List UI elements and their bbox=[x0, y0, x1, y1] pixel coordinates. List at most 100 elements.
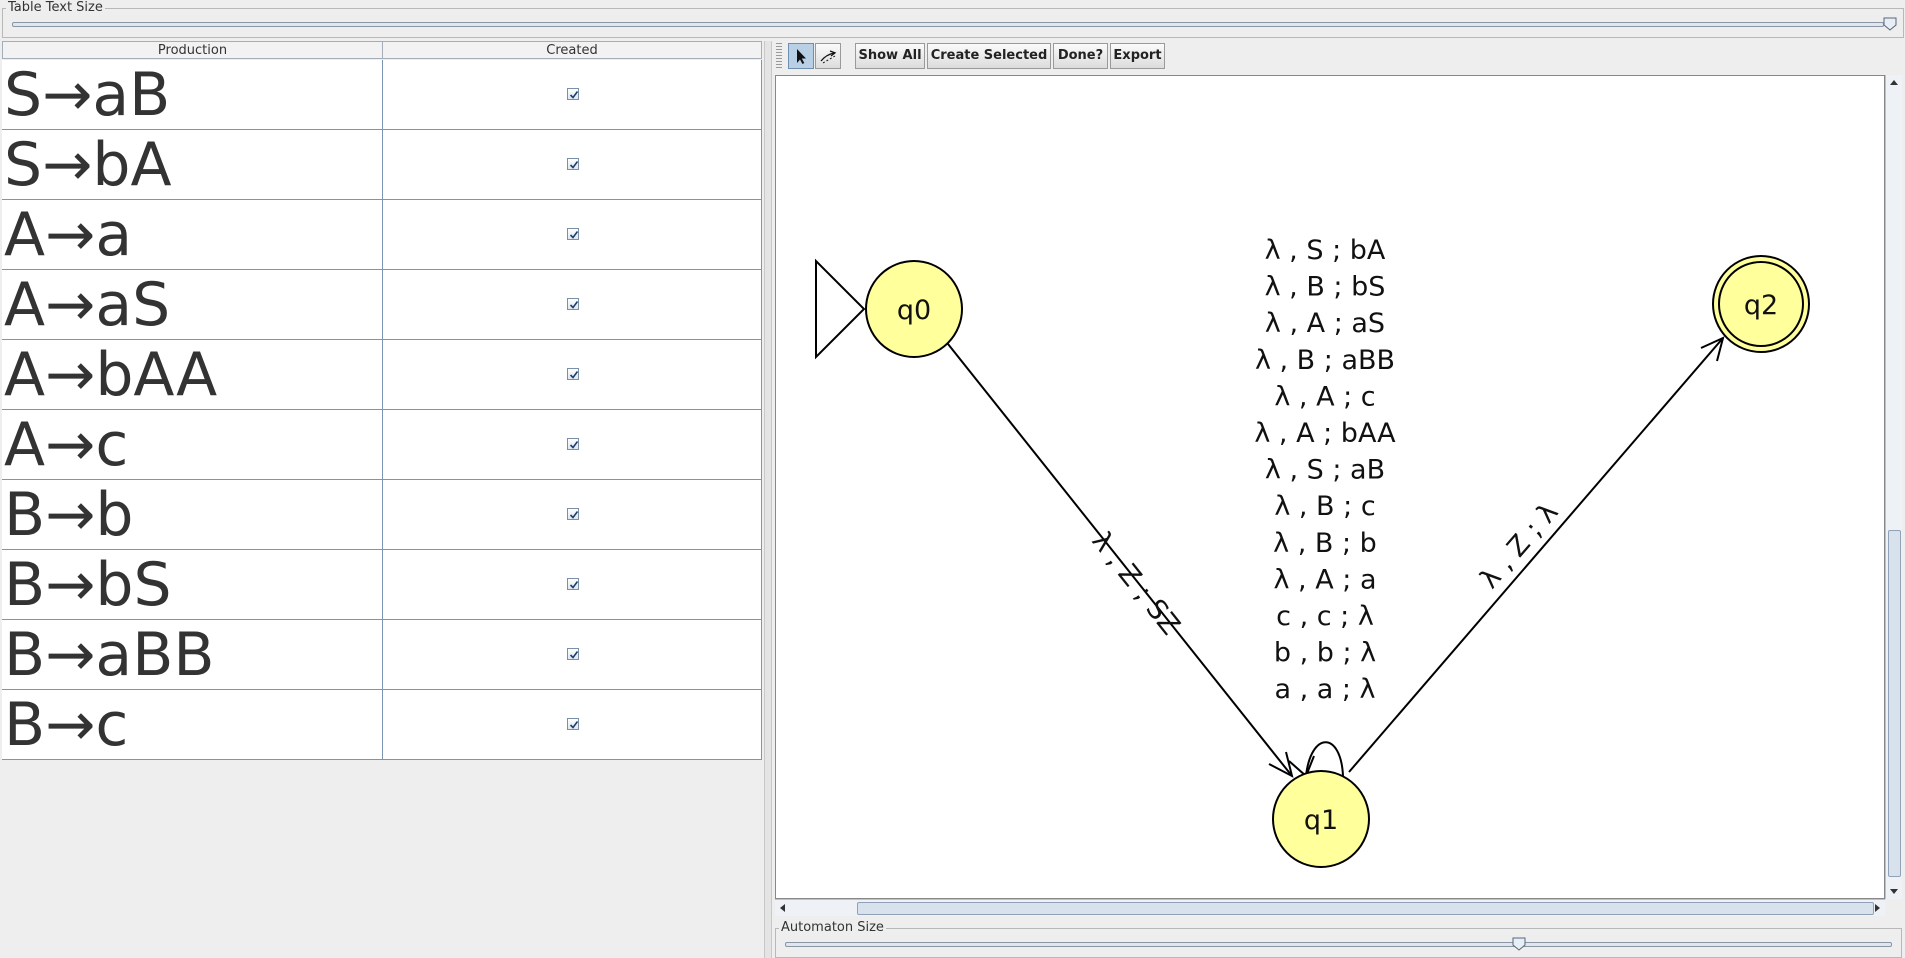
created-cell bbox=[382, 550, 762, 620]
transition-label-q1-loop[interactable]: b , b ; λ bbox=[1274, 638, 1376, 669]
table-row[interactable]: A→a bbox=[2, 200, 762, 270]
create-selected-button[interactable]: Create Selected bbox=[927, 43, 1051, 69]
scroll-down-arrow-icon[interactable] bbox=[1886, 885, 1902, 899]
checkmark-icon bbox=[569, 441, 579, 449]
created-cell bbox=[382, 620, 762, 690]
table-row[interactable]: A→aS bbox=[2, 270, 762, 340]
productions-table: Production Created S→aB S→bA A→a A→aS A→bAA A… bbox=[2, 41, 762, 761]
export-button[interactable]: Export bbox=[1110, 43, 1165, 69]
attribute-editor-tool[interactable] bbox=[788, 43, 814, 69]
production-cell[interactable]: B→aBB bbox=[2, 620, 383, 690]
state-q0[interactable]: q0 bbox=[865, 260, 963, 358]
table-row[interactable]: S→bA bbox=[2, 130, 762, 200]
transition-label-q1-loop[interactable]: λ , S ; bA bbox=[1265, 235, 1386, 266]
production-cell[interactable]: B→bS bbox=[2, 550, 383, 620]
created-checkbox[interactable] bbox=[567, 648, 579, 660]
checkmark-icon bbox=[569, 301, 579, 309]
production-cell[interactable]: B→c bbox=[2, 690, 383, 760]
toolbar-grip bbox=[776, 43, 782, 69]
transition-label-q1-loop[interactable]: c , c ; λ bbox=[1276, 601, 1374, 632]
transition-labels-q1-loop[interactable]: λ , S ; bA λ , B ; bS λ , A ; aS λ , B ; aB… bbox=[1254, 235, 1396, 705]
created-checkbox[interactable] bbox=[567, 718, 579, 730]
created-checkbox[interactable] bbox=[567, 578, 579, 590]
created-cell bbox=[382, 480, 762, 550]
created-checkbox[interactable] bbox=[567, 298, 579, 310]
production-cell[interactable]: S→aB bbox=[2, 60, 383, 130]
table-text-size-slider-thumb[interactable] bbox=[1883, 17, 1897, 31]
created-checkbox[interactable] bbox=[567, 368, 579, 380]
production-text: A→a bbox=[4, 200, 133, 270]
automaton-size-slider-thumb[interactable] bbox=[1512, 937, 1526, 951]
column-header-production[interactable]: Production bbox=[2, 41, 383, 59]
table-row[interactable]: B→aBB bbox=[2, 620, 762, 690]
production-text: B→c bbox=[4, 690, 129, 760]
production-cell[interactable]: A→a bbox=[2, 200, 383, 270]
created-checkbox[interactable] bbox=[567, 88, 579, 100]
transition-label-q1-loop[interactable]: λ , A ; aS bbox=[1265, 308, 1385, 339]
transition-q1-q2[interactable] bbox=[1348, 337, 1724, 773]
table-text-size-slider-track[interactable] bbox=[12, 22, 1884, 27]
state-q2[interactable]: q2 bbox=[1712, 255, 1810, 353]
table-row[interactable]: S→aB bbox=[2, 60, 762, 130]
production-text: B→b bbox=[4, 480, 134, 550]
checkmark-icon bbox=[569, 511, 579, 519]
created-checkbox[interactable] bbox=[567, 158, 579, 170]
table-row[interactable]: A→bAA bbox=[2, 340, 762, 410]
table-row[interactable]: A→c bbox=[2, 410, 762, 480]
production-text: A→c bbox=[4, 410, 129, 480]
vertical-scroll-thumb[interactable] bbox=[1888, 530, 1901, 877]
scroll-up-arrow-icon[interactable] bbox=[1886, 75, 1902, 89]
production-cell[interactable]: A→bAA bbox=[2, 340, 383, 410]
production-cell[interactable]: A→c bbox=[2, 410, 383, 480]
automaton-size-label: Automaton Size bbox=[779, 920, 886, 935]
automaton-size-slider-track[interactable] bbox=[785, 942, 1892, 947]
automaton-canvas[interactable]: λ , Z ; SZ λ , Z ; λ λ , S ; bA λ , B ; b… bbox=[775, 75, 1885, 899]
transition-creator-tool[interactable] bbox=[815, 43, 841, 69]
checkmark-icon bbox=[569, 91, 579, 99]
canvas-vertical-scrollbar[interactable] bbox=[1885, 75, 1902, 899]
table-splitter[interactable] bbox=[764, 41, 772, 958]
horizontal-scroll-thumb[interactable] bbox=[857, 902, 1874, 915]
production-text: S→aB bbox=[4, 60, 171, 130]
table-row[interactable]: B→c bbox=[2, 690, 762, 760]
column-header-created[interactable]: Created bbox=[382, 41, 762, 59]
show-all-button[interactable]: Show All bbox=[855, 43, 925, 69]
transition-label-q1-loop[interactable]: λ , A ; a bbox=[1273, 564, 1376, 595]
done-button[interactable]: Done? bbox=[1053, 43, 1108, 69]
production-text: A→bAA bbox=[4, 340, 218, 410]
production-text: B→aBB bbox=[4, 620, 215, 690]
state-q1[interactable]: q1 bbox=[1272, 770, 1370, 868]
initial-state-arrow bbox=[815, 258, 866, 360]
scroll-left-arrow-icon[interactable] bbox=[775, 900, 789, 916]
canvas-horizontal-scrollbar[interactable] bbox=[775, 899, 1885, 916]
transition-label-q1-loop[interactable]: λ , B ; b bbox=[1273, 528, 1377, 559]
production-cell[interactable]: A→aS bbox=[2, 270, 383, 340]
transition-label-q1-loop[interactable]: λ , B ; c bbox=[1274, 491, 1375, 522]
table-row[interactable]: B→bS bbox=[2, 550, 762, 620]
created-checkbox[interactable] bbox=[567, 508, 579, 520]
state-label-q0: q0 bbox=[897, 295, 931, 326]
checkmark-icon bbox=[569, 371, 579, 379]
created-cell bbox=[382, 340, 762, 410]
table-row[interactable]: B→b bbox=[2, 480, 762, 550]
transition-label-q1-loop[interactable]: a , a ; λ bbox=[1274, 674, 1375, 705]
checkmark-icon bbox=[569, 581, 579, 589]
transition-label-q1-q2[interactable]: λ , Z ; λ bbox=[1474, 497, 1565, 595]
transition-label-q1-loop[interactable]: λ , S ; aB bbox=[1265, 455, 1385, 486]
automaton-diagram: λ , Z ; SZ λ , Z ; λ λ , S ; bA λ , B ; b… bbox=[815, 235, 1810, 868]
transition-label-q1-loop[interactable]: λ , B ; bS bbox=[1265, 272, 1386, 303]
created-cell bbox=[382, 130, 762, 200]
transition-label-q1-loop[interactable]: λ , B ; aBB bbox=[1255, 345, 1395, 376]
production-cell[interactable]: S→bA bbox=[2, 130, 383, 200]
production-cell[interactable]: B→b bbox=[2, 480, 383, 550]
created-cell bbox=[382, 60, 762, 130]
table-text-size-label: Table Text Size bbox=[6, 0, 105, 15]
transition-label-q1-loop[interactable]: λ , A ; c bbox=[1274, 381, 1375, 412]
transition-label-q0-q1[interactable]: λ , Z ; SZ bbox=[1086, 526, 1186, 641]
created-checkbox[interactable] bbox=[567, 228, 579, 240]
transition-label-q1-loop[interactable]: λ , A ; bAA bbox=[1254, 418, 1396, 449]
created-checkbox[interactable] bbox=[567, 438, 579, 450]
state-label-q1: q1 bbox=[1304, 805, 1338, 836]
scroll-right-arrow-icon[interactable] bbox=[1871, 900, 1885, 916]
checkmark-icon bbox=[569, 231, 579, 239]
